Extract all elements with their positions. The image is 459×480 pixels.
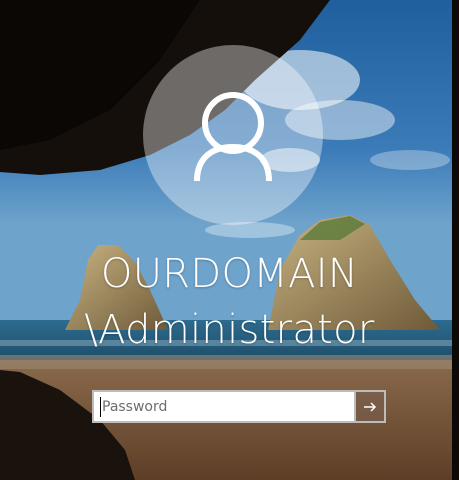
account-name: OURDOMAIN \Administrator: [0, 246, 459, 358]
lock-screen: OURDOMAIN \Administrator: [0, 0, 459, 480]
password-field[interactable]: [92, 390, 354, 423]
account-user: \Administrator: [84, 307, 375, 353]
text-caret: [100, 397, 101, 417]
user-avatar: [143, 45, 323, 225]
user-icon: [194, 92, 272, 182]
submit-button[interactable]: [354, 390, 386, 423]
account-domain: OURDOMAIN: [100, 251, 359, 297]
password-row: [92, 390, 386, 423]
arrow-right-icon: [364, 401, 377, 412]
